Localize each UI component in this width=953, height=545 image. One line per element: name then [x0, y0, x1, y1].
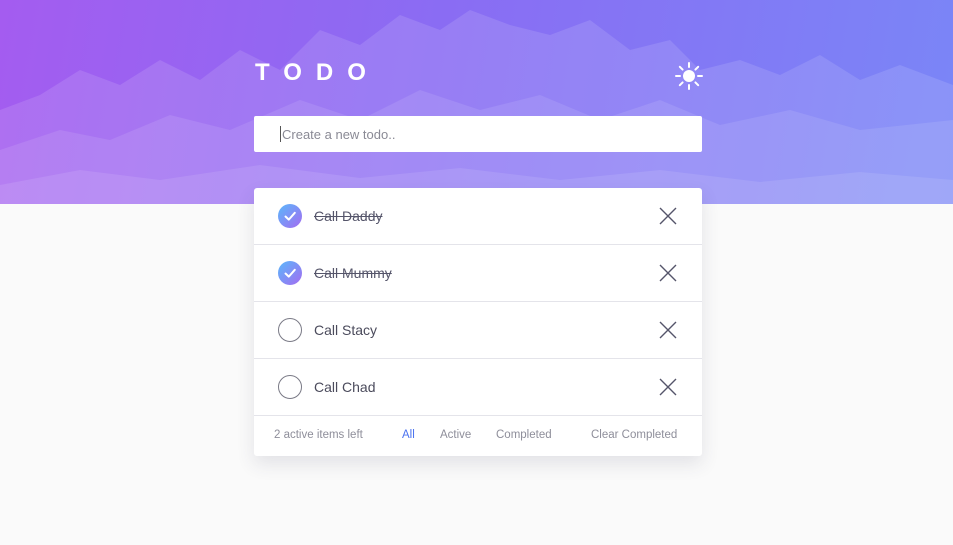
todo-item: Call Chad: [254, 359, 702, 416]
todo-checkbox[interactable]: [278, 375, 302, 399]
check-icon: [284, 268, 296, 278]
close-icon: [659, 378, 677, 396]
todo-text: Call Stacy: [314, 322, 378, 338]
todo-checkbox-checked[interactable]: [278, 261, 302, 285]
todo-text: Call Daddy: [314, 208, 383, 224]
close-icon: [659, 321, 677, 339]
mountain-backdrop-image: [0, 10, 953, 204]
todo-text: Call Mummy: [314, 265, 392, 281]
close-icon: [659, 207, 677, 225]
app-title: TODO: [255, 59, 380, 86]
close-icon: [659, 264, 677, 282]
todo-list: Call Daddy Call Mummy Call Stacy Call Ch…: [254, 188, 702, 456]
theme-toggle-button[interactable]: [674, 61, 704, 91]
check-icon: [284, 211, 296, 221]
todo-text: Call Chad: [314, 379, 376, 395]
filter-active-button[interactable]: Active: [440, 429, 471, 441]
new-todo-field[interactable]: [254, 116, 702, 152]
todo-footer: 2 active items left All Active Completed…: [254, 416, 702, 456]
sun-icon: [675, 62, 703, 90]
delete-todo-button[interactable]: [658, 377, 678, 397]
filter-completed-button[interactable]: Completed: [496, 429, 552, 441]
todo-checkbox[interactable]: [278, 318, 302, 342]
delete-todo-button[interactable]: [658, 206, 678, 226]
text-cursor: [280, 126, 281, 142]
header-background: [0, 0, 953, 204]
todo-item: Call Daddy: [254, 188, 702, 245]
items-left-count: 2 active items left: [274, 429, 363, 441]
todo-checkbox-checked[interactable]: [278, 204, 302, 228]
new-todo-input[interactable]: [282, 126, 682, 142]
delete-todo-button[interactable]: [658, 263, 678, 283]
filter-all-button[interactable]: All: [402, 429, 415, 441]
todo-item: Call Mummy: [254, 245, 702, 302]
todo-item: Call Stacy: [254, 302, 702, 359]
clear-completed-button[interactable]: Clear Completed: [591, 429, 677, 441]
delete-todo-button[interactable]: [658, 320, 678, 340]
